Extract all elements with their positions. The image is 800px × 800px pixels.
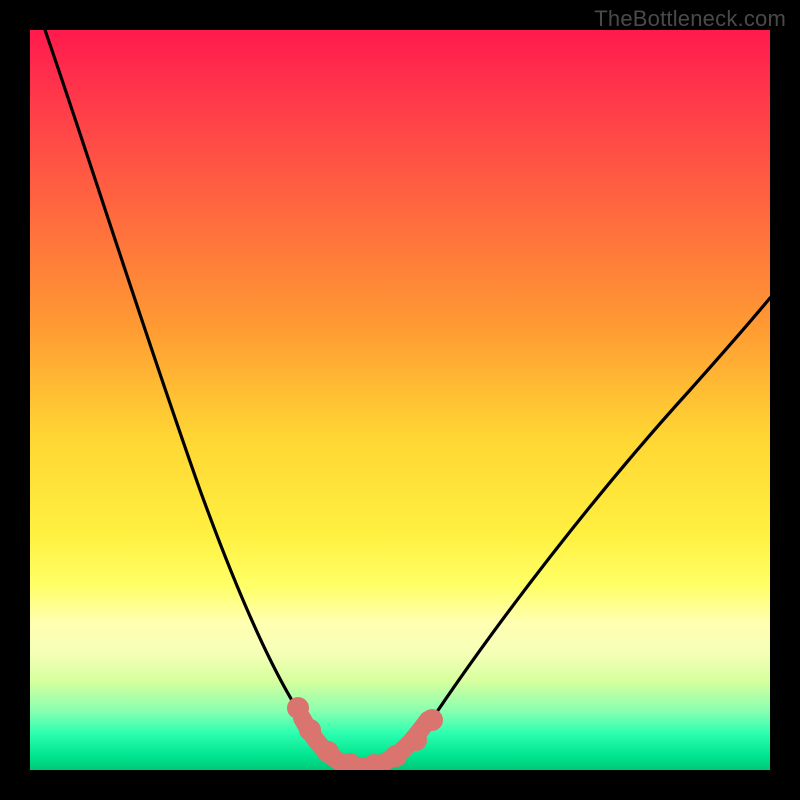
trough-marker-dot: [405, 729, 427, 751]
bottleneck-curve-path: [45, 30, 770, 766]
chart-plot-area: [30, 30, 770, 770]
trough-markers: [287, 697, 443, 770]
trough-marker-dot: [317, 741, 339, 763]
bottleneck-curve-svg: [30, 30, 770, 770]
trough-marker-dot: [385, 745, 407, 767]
trough-marker-dot: [421, 709, 443, 731]
trough-marker-dot: [299, 719, 321, 741]
trough-marker-dot: [287, 697, 309, 719]
watermark-text: TheBottleneck.com: [594, 6, 786, 32]
